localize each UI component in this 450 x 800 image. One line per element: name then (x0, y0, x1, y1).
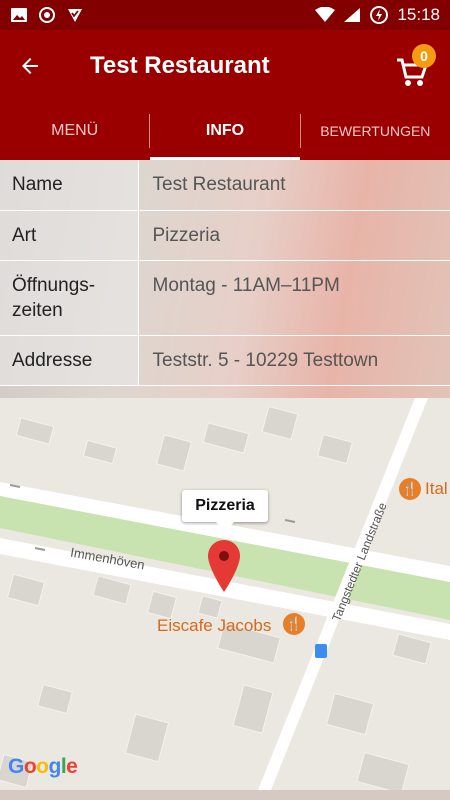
map-marker-icon[interactable] (208, 540, 240, 592)
tab-info[interactable]: INFO (150, 102, 300, 160)
google-logo: Google (8, 755, 78, 778)
poi-label[interactable]: Eiscafe Jacobs (157, 616, 271, 636)
sync-notification-icon (39, 7, 55, 23)
poi-label[interactable]: Ital (425, 479, 448, 499)
status-bar: 15:18 (0, 0, 450, 30)
tab-reviews[interactable]: BEWERTUNGEN (301, 102, 450, 160)
status-icons-right: 15:18 (315, 5, 440, 25)
image-notification-icon (11, 8, 27, 22)
bottom-strip (0, 790, 450, 800)
app-bar: Test Restaurant 0 (0, 30, 450, 102)
wifi-icon (315, 7, 336, 22)
info-value: Pizzeria (138, 210, 450, 261)
status-icons-left (10, 6, 84, 24)
cart-count-badge: 0 (412, 44, 436, 68)
info-key: Art (0, 210, 139, 261)
checkmark-notification-icon (68, 9, 82, 22)
map-info-window[interactable]: Pizzeria (182, 490, 268, 532)
info-row-name: Name Test Restaurant (0, 160, 450, 211)
battery-charging-icon (370, 6, 389, 24)
back-button[interactable] (0, 30, 60, 102)
restaurant-poi-icon[interactable]: 🍴 (399, 478, 421, 500)
location-map[interactable] (0, 398, 450, 790)
restaurant-poi-icon[interactable]: 🍴 (283, 613, 305, 635)
info-value: Teststr. 5 - 10229 Testtown (138, 335, 450, 386)
info-row-address: Addresse Teststr. 5 - 10229 Testtown (0, 335, 450, 386)
restaurant-info-table: Name Test Restaurant Art Pizzeria Öffnun… (0, 160, 450, 386)
cart-button[interactable]: 0 (396, 42, 436, 90)
tab-menu[interactable]: MENÜ (0, 102, 149, 160)
tab-bar: MENÜ INFO BEWERTUNGEN (0, 102, 450, 160)
info-value: Test Restaurant (138, 160, 450, 211)
restaurant-info-panel: Name Test Restaurant Art Pizzeria Öffnun… (0, 160, 450, 398)
page-title: Test Restaurant (90, 52, 270, 79)
map-canvas[interactable] (0, 398, 450, 790)
info-row-opening-hours: Öffnungs-zeiten Montag - 11AM–11PM (0, 260, 450, 336)
info-row-type: Art Pizzeria (0, 210, 450, 261)
info-key: Name (0, 160, 139, 211)
status-time: 15:18 (397, 5, 440, 24)
info-value: Montag - 11AM–11PM (138, 260, 450, 336)
info-key: Öffnungs-zeiten (0, 260, 139, 336)
arrow-back-icon (22, 58, 38, 74)
signal-icon (344, 8, 361, 22)
info-key: Addresse (0, 335, 139, 386)
